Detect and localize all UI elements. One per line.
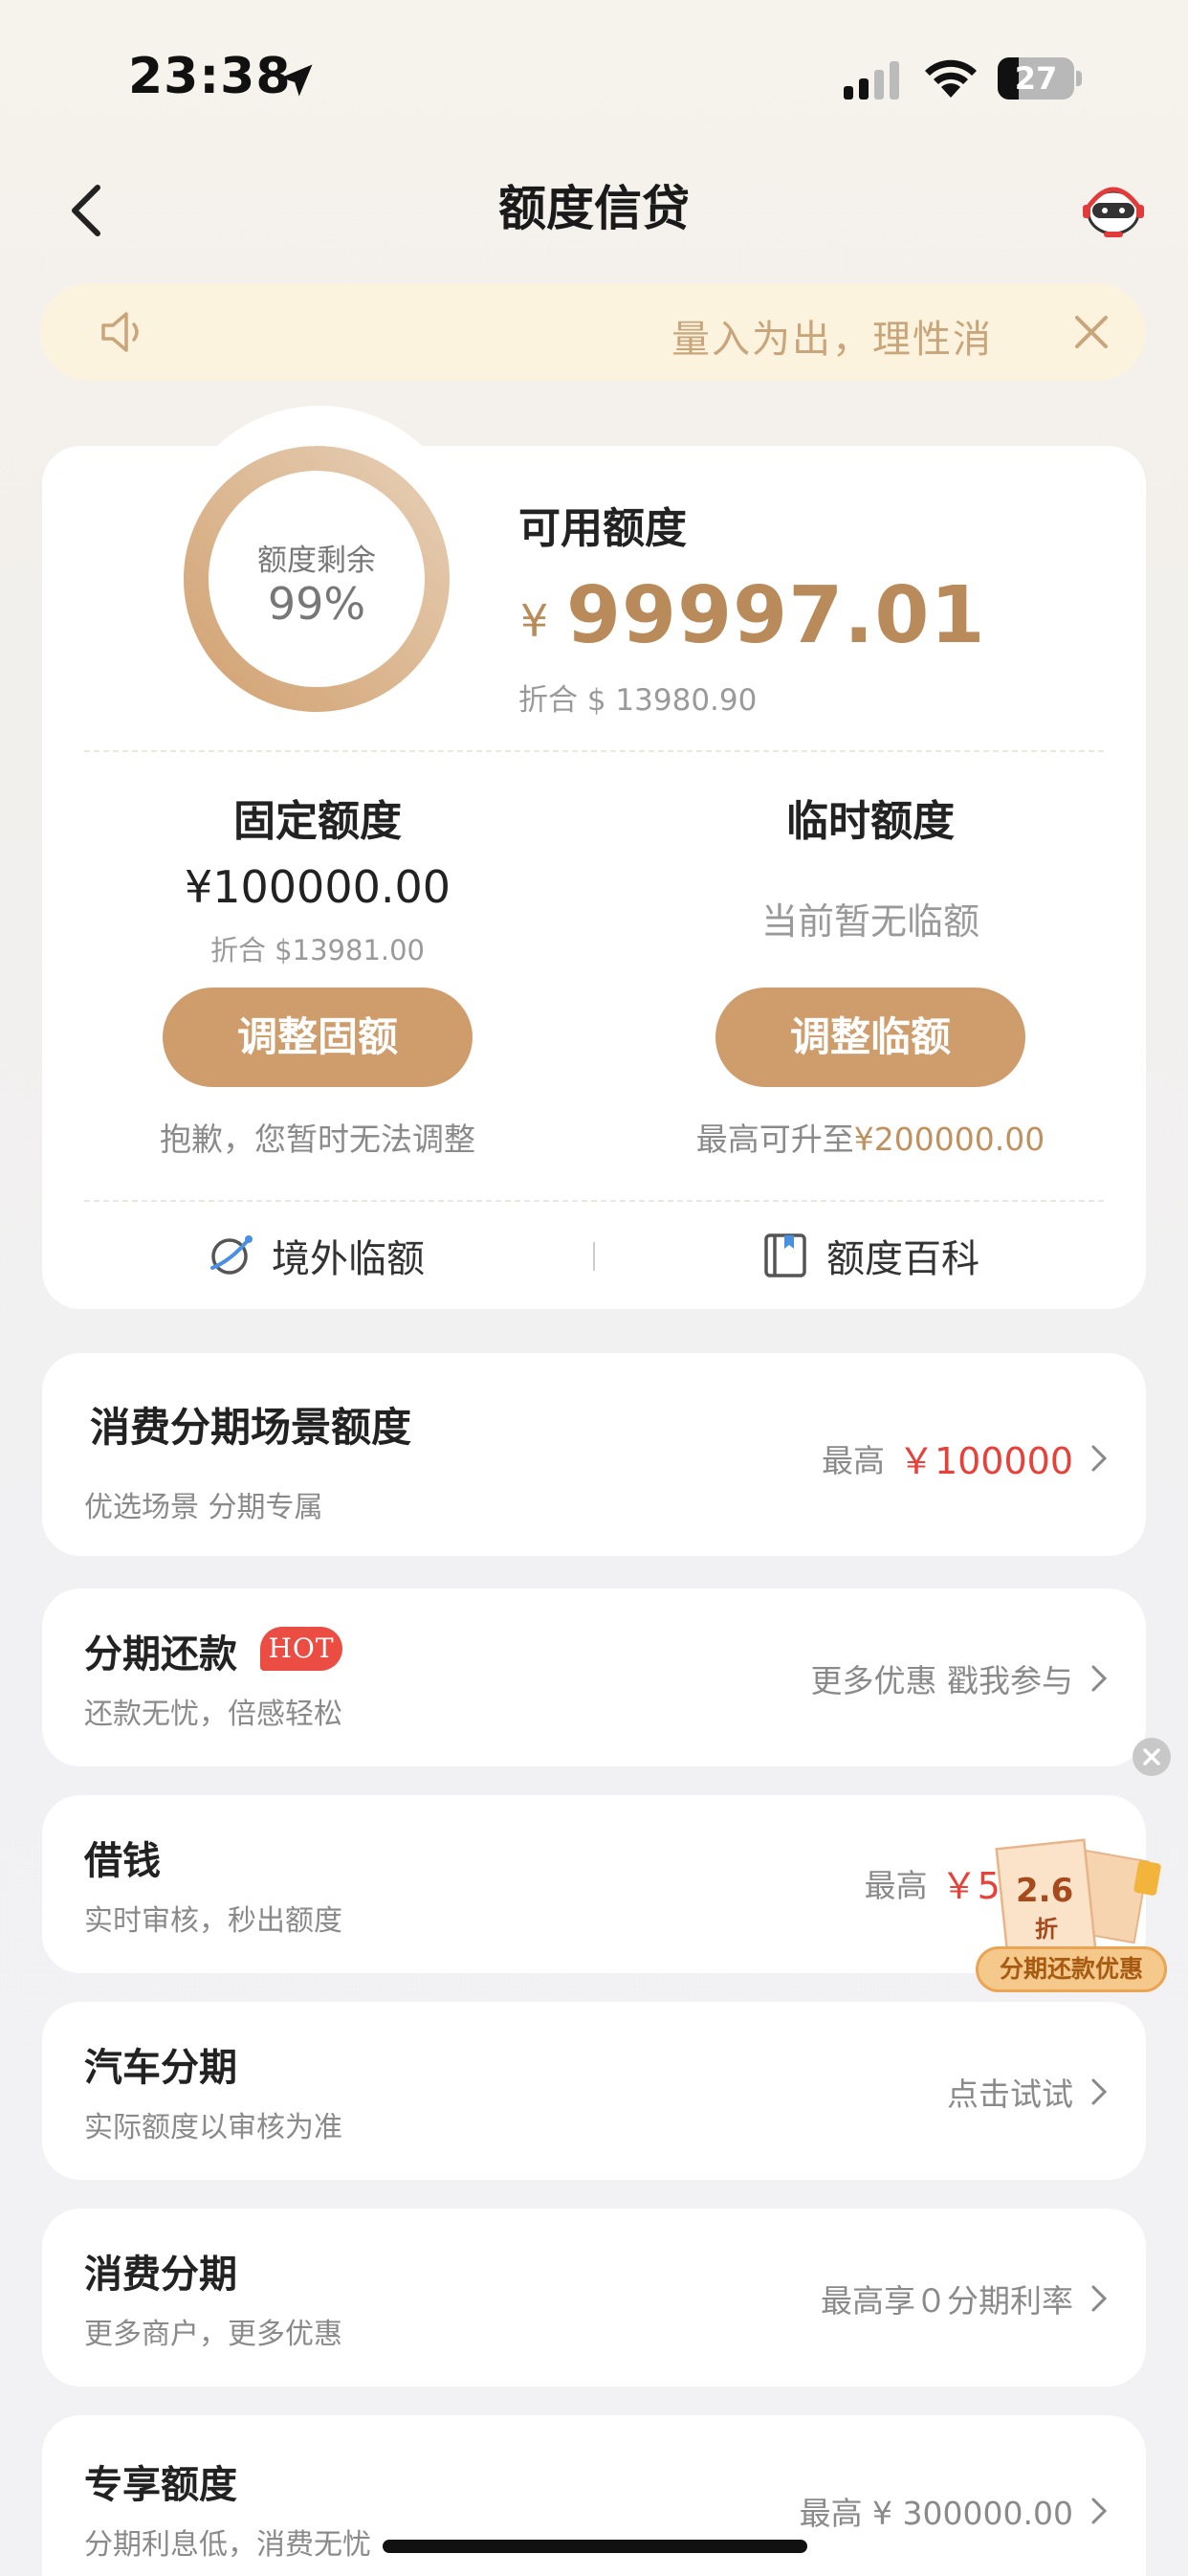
notice-text: 量入为出，理性消: [671, 318, 993, 362]
chevron-right-icon: [1091, 2498, 1108, 2524]
credit-encyclopedia-link[interactable]: 额度百科: [761, 1229, 979, 1282]
home-indicator: [383, 2540, 807, 2553]
consumer-installment-card[interactable]: 消费分期 更多商户，更多优惠 最高享０分期利率: [42, 2209, 1146, 2387]
exclusive-credit-link: 最高 ¥ 300000.00: [799, 2495, 1073, 2532]
car-installment-right: 点击试试: [947, 2069, 1108, 2115]
ring-value: 99%: [267, 578, 366, 630]
location-arrow-icon: [280, 64, 313, 97]
car-installment-sub: 实际额度以审核为准: [84, 2111, 342, 2144]
temporary-note-amount: ¥200000.00: [853, 1121, 1045, 1158]
available-amount: 99997.01: [566, 570, 986, 661]
temporary-status: 当前暂无临额: [760, 900, 979, 943]
scene-credit-card[interactable]: 消费分期场景额度 优选场景 分期专属 最高 ￥100000: [42, 1353, 1146, 1556]
promo-unit: 折: [1035, 1916, 1058, 1943]
available-usd: 折合 $ 13980.90: [518, 683, 758, 718]
borrow-prefix: 最高: [864, 1866, 928, 1904]
chevron-right-icon: [1091, 2078, 1108, 2105]
close-icon: [1143, 1748, 1160, 1765]
fixed-title: 固定额度: [233, 797, 402, 846]
installment-repay-right: 更多优惠 戳我参与: [811, 1655, 1109, 1701]
promo-label[interactable]: 分期还款优惠: [976, 1946, 1167, 1992]
scene-credit-right: 最高 ￥100000: [822, 1432, 1108, 1484]
consumer-installment-link: 最高享０分期利率: [821, 2282, 1073, 2320]
exclusive-credit-title: 专享额度: [84, 2463, 237, 2507]
battery-level: 27: [1014, 60, 1058, 97]
scene-credit-title: 消费分期场景额度: [90, 1404, 412, 1451]
consumer-installment-right: 最高享０分期利率: [821, 2276, 1108, 2321]
notice-bar[interactable]: 量入为出，理性消: [40, 283, 1146, 381]
available-title: 可用额度: [518, 504, 687, 553]
installment-repay-card[interactable]: 分期还款 HOT 还款无忧，倍感轻松 更多优惠 戳我参与: [42, 1588, 1146, 1766]
fixed-usd: 折合 $13981.00: [209, 934, 426, 966]
overseas-temp-label: 境外临额: [272, 1237, 425, 1281]
borrow-title: 借钱: [84, 1839, 161, 1883]
installment-repay-link: 更多优惠 戳我参与: [810, 1662, 1074, 1699]
chevron-right-icon: [1091, 1445, 1108, 1471]
exclusive-credit-right: 最高 ¥ 300000.00: [800, 2488, 1108, 2534]
ring-label: 额度剩余: [257, 544, 376, 578]
status-time: 23:38: [128, 48, 292, 105]
scene-credit-sub: 优选场景 分期专属: [84, 1491, 323, 1524]
consumer-installment-title: 消费分期: [84, 2253, 237, 2297]
close-icon[interactable]: [1071, 312, 1111, 352]
adjust-temporary-button[interactable]: 调整临额: [715, 988, 1025, 1087]
installment-repay-sub: 还款无忧，倍感轻松: [84, 1698, 342, 1731]
car-installment-card[interactable]: 汽车分期 实际额度以审核为准 点击试试: [42, 2002, 1146, 2180]
exclusive-credit-sub: 分期利息低，消费无忧: [84, 2528, 371, 2562]
scene-credit-amount: ￥100000: [897, 1440, 1073, 1482]
temporary-note-prefix: 最高可升至: [695, 1121, 854, 1158]
borrow-sub: 实时审核，秒出额度: [84, 1904, 342, 1938]
overseas-temp-link[interactable]: 境外临额: [207, 1229, 425, 1282]
link-divider: [593, 1242, 595, 1271]
fixed-amount: ¥100000.00: [184, 861, 451, 913]
credit-encyclopedia-label: 额度百科: [826, 1237, 979, 1281]
car-installment-title: 汽车分期: [84, 2046, 237, 2090]
consumer-installment-sub: 更多商户，更多优惠: [84, 2318, 342, 2351]
signal-icon: [844, 61, 899, 100]
hot-badge: HOT: [260, 1627, 342, 1671]
planet-icon: [210, 1235, 253, 1275]
divider: [84, 750, 1104, 752]
chevron-right-icon: [1091, 2285, 1108, 2312]
page-title: 额度信贷: [498, 181, 690, 236]
battery-icon: 27: [998, 57, 1082, 100]
temporary-note: 最高可升至¥200000.00: [660, 1114, 1081, 1160]
promo-close-button[interactable]: [1133, 1738, 1171, 1776]
currency-symbol: ¥: [520, 595, 549, 647]
promo-discount: 2.6: [1016, 1872, 1074, 1910]
scene-credit-prefix: 最高: [821, 1441, 885, 1479]
installment-repay-title: 分期还款: [84, 1632, 237, 1677]
divider: [84, 1200, 1104, 1202]
temporary-title: 临时额度: [786, 797, 955, 846]
car-installment-link: 点击试试: [947, 2076, 1073, 2113]
customer-service-icon[interactable]: [1079, 178, 1148, 241]
speaker-icon: [101, 312, 139, 352]
adjust-fixed-button[interactable]: 调整固额: [163, 988, 473, 1087]
book-icon: [764, 1233, 806, 1277]
wifi-icon: [925, 59, 977, 98]
fixed-note: 抱歉，您暂时无法调整: [160, 1121, 475, 1158]
status-bar: 23:38 27: [0, 0, 1188, 144]
chevron-right-icon: [1091, 1665, 1108, 1692]
